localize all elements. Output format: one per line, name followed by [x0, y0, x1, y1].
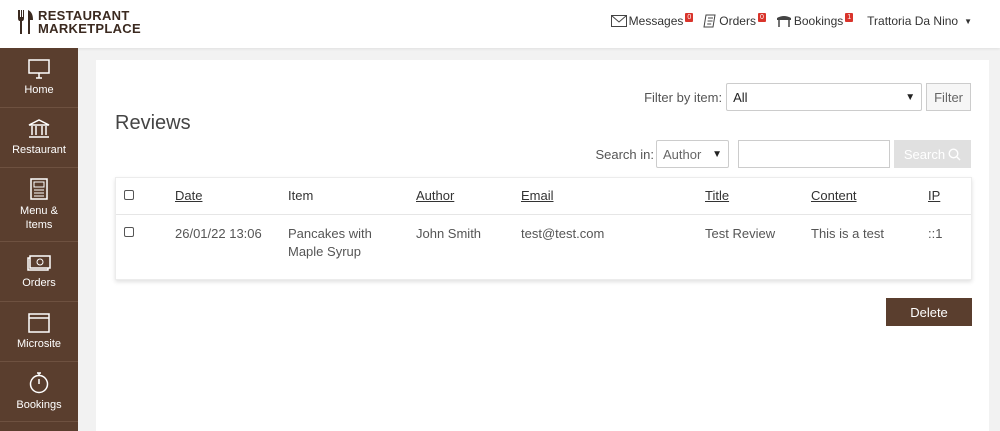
column-header-ip[interactable]: IP — [928, 188, 940, 203]
sidebar-item-microsite[interactable]: Microsite — [0, 302, 78, 362]
top-nav: Messages 0 Orders 0 Bookings 1 Trattoria… — [601, 12, 972, 28]
select-all-checkbox[interactable] — [124, 190, 134, 200]
sidebar-item-label: Restaurant — [12, 143, 66, 156]
column-header-item: Item — [288, 188, 314, 203]
cell-ip: ::1 — [928, 226, 943, 241]
sidebar-item-label: Home — [24, 83, 54, 96]
messages-label: Messages — [628, 14, 684, 28]
sidebar-item-home[interactable]: Home — [0, 48, 78, 108]
table-row[interactable]: 26/01/22 13:06 Pancakes with Maple Syrup… — [116, 215, 971, 280]
stopwatch-icon — [29, 371, 49, 393]
cell-item: Pancakes with Maple Syrup — [288, 226, 372, 259]
bookings-label: Bookings — [793, 14, 844, 28]
sidebar: Home Restaurant Menu & Items Orders Micr… — [0, 48, 78, 431]
search-in-label: Search in: — [595, 146, 654, 162]
filter-row: Filter by item: All ▼ Filter — [644, 83, 971, 111]
search-button[interactable]: Search — [894, 140, 971, 168]
filter-item-select[interactable]: All ▼ — [726, 83, 923, 111]
user-menu[interactable]: Trattoria Da Nino ▼ — [867, 14, 972, 28]
search-button-label: Search — [903, 146, 946, 162]
menu-icon — [30, 177, 48, 200]
column-header-author[interactable]: Author — [416, 188, 454, 203]
cell-title: Test Review — [705, 226, 776, 241]
filter-label: Filter by item: — [644, 89, 723, 105]
search-field-select[interactable]: Author ▼ — [656, 140, 729, 168]
sidebar-item-label: Bookings — [16, 398, 62, 411]
cell-date: 26/01/22 13:06 — [175, 226, 262, 241]
filter-selected-value: All — [733, 89, 748, 105]
search-row: Search in: Author ▼ Search — [595, 140, 971, 168]
column-header-date[interactable]: Date — [175, 188, 202, 203]
cell-content: This is a test — [811, 226, 884, 241]
user-name: Trattoria Da Nino — [867, 14, 959, 28]
filter-button[interactable]: Filter — [926, 83, 971, 111]
cash-icon — [27, 254, 51, 271]
orders-label: Orders — [719, 14, 756, 28]
messages-link[interactable]: Messages 0 — [610, 12, 694, 28]
top-bar: RESTAURANT MARKETPLACE Messages 0 Orders… — [0, 0, 1000, 48]
chevron-down-icon: ▼ — [712, 148, 722, 160]
bank-icon — [28, 118, 50, 138]
sidebar-item-label: Orders — [22, 276, 56, 289]
logo[interactable]: RESTAURANT MARKETPLACE — [16, 9, 141, 35]
chevron-down-icon: ▼ — [905, 91, 916, 103]
cell-email: test@test.com — [521, 226, 605, 241]
search-field-selected: Author — [663, 146, 702, 162]
search-icon — [948, 147, 961, 160]
sidebar-item-orders[interactable]: Orders — [0, 242, 78, 302]
main-panel: Reviews Filter by item: All ▼ Filter Sea… — [96, 60, 989, 431]
sidebar-item-label: Microsite — [16, 337, 61, 350]
delete-button[interactable]: Delete — [886, 298, 972, 326]
envelope-icon — [610, 15, 627, 27]
table-icon — [776, 16, 791, 27]
table-header: Date Item Author Email Title Content IP — [116, 178, 971, 215]
fork-knife-icon — [18, 10, 33, 34]
sidebar-item-menu-items[interactable]: Menu & Items — [0, 168, 78, 242]
column-header-content[interactable]: Content — [811, 188, 857, 203]
bookings-link[interactable]: Bookings 1 — [776, 12, 854, 28]
sidebar-item-label: Menu & Items — [20, 204, 58, 231]
bookings-badge: 1 — [845, 12, 854, 22]
caret-down-icon: ▼ — [964, 16, 972, 26]
messages-badge: 0 — [685, 12, 694, 22]
row-checkbox[interactable] — [124, 227, 134, 237]
browser-window-icon — [28, 312, 50, 333]
column-header-title[interactable]: Title — [705, 188, 729, 203]
search-input[interactable] — [738, 140, 890, 168]
logo-line2: MARKETPLACE — [38, 21, 141, 36]
orders-link[interactable]: Orders 0 — [703, 12, 766, 28]
orders-badge: 0 — [757, 12, 766, 22]
sidebar-item-restaurant[interactable]: Restaurant — [0, 108, 78, 168]
receipt-icon — [703, 14, 716, 28]
sidebar-item-bookings[interactable]: Bookings — [0, 362, 78, 422]
column-header-email[interactable]: Email — [521, 188, 554, 203]
reviews-table: Date Item Author Email Title Content IP … — [115, 177, 972, 280]
cell-author: John Smith — [416, 226, 482, 241]
monitor-icon — [28, 58, 50, 79]
page-title: Reviews — [115, 112, 191, 134]
